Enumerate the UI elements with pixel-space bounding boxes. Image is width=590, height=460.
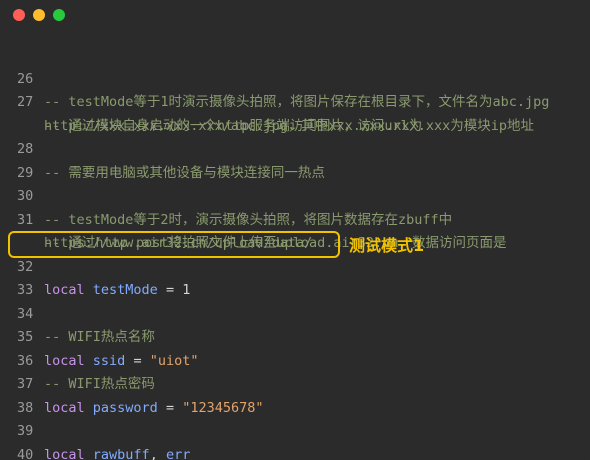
variable-name: rawbuff <box>92 446 150 460</box>
code-window: 26 -- testMode等于1时演示摄像头拍照，将图片保存在根目录下，文件名… <box>0 0 590 460</box>
keyword: local <box>44 446 85 460</box>
variable-name: err <box>165 446 191 460</box>
code-line-29: 29 <box>0 138 590 181</box>
line-number: 40 <box>17 446 34 460</box>
code-line-27: 27 -- 通过模块自身启动的一个http服务端访问图片，访问url为 <box>0 68 590 134</box>
separator: , <box>149 446 158 460</box>
code-line-36: 36 -- WIFI热点密码 <box>0 326 590 393</box>
code-line-38: 38 <box>0 373 590 416</box>
code-line-30: 30 -- testMode等于2时，演示摄像头拍照，将图片数据存在zbuff中 <box>0 162 590 228</box>
code-line-37: 37 local password = "12345678" <box>0 350 590 416</box>
zoom-window-button[interactable] <box>53 9 65 21</box>
statement: local rawbuff, err <box>44 444 190 460</box>
title-bar <box>0 0 590 30</box>
annotation-label: 测试模式1 <box>349 236 425 255</box>
code-line-26: 26 -- testMode等于1时演示摄像头拍照，将图片保存在根目录下，文件名… <box>0 44 590 111</box>
code-line-28: 28 -- 需要用电脑或其他设备与模块连接同一热点 <box>0 115 590 181</box>
highlight-box <box>8 231 340 258</box>
close-window-button[interactable] <box>13 9 25 21</box>
code-line-34: 34 -- WIFI热点名称 <box>0 279 590 346</box>
code-line-39: 39 local rawbuff, err <box>0 397 590 460</box>
code-line-35: 35 local ssid = "uiot" <box>0 303 590 369</box>
code-line-31-wrap: https://www.air32.cn/upload/data/ <box>0 209 590 251</box>
code-line-27-wrap: http://xxx.xxx.xxx.xxx/abc.jpg，其中xxx.xxx… <box>0 91 590 134</box>
code-line-40: 40 <box>0 420 590 460</box>
minimize-window-button[interactable] <box>33 9 45 21</box>
code-line-31: 31 -- 通过http post将拍照文件上传至upload.air32.cn… <box>0 185 590 252</box>
code-line-33: 33 <box>0 256 590 298</box>
